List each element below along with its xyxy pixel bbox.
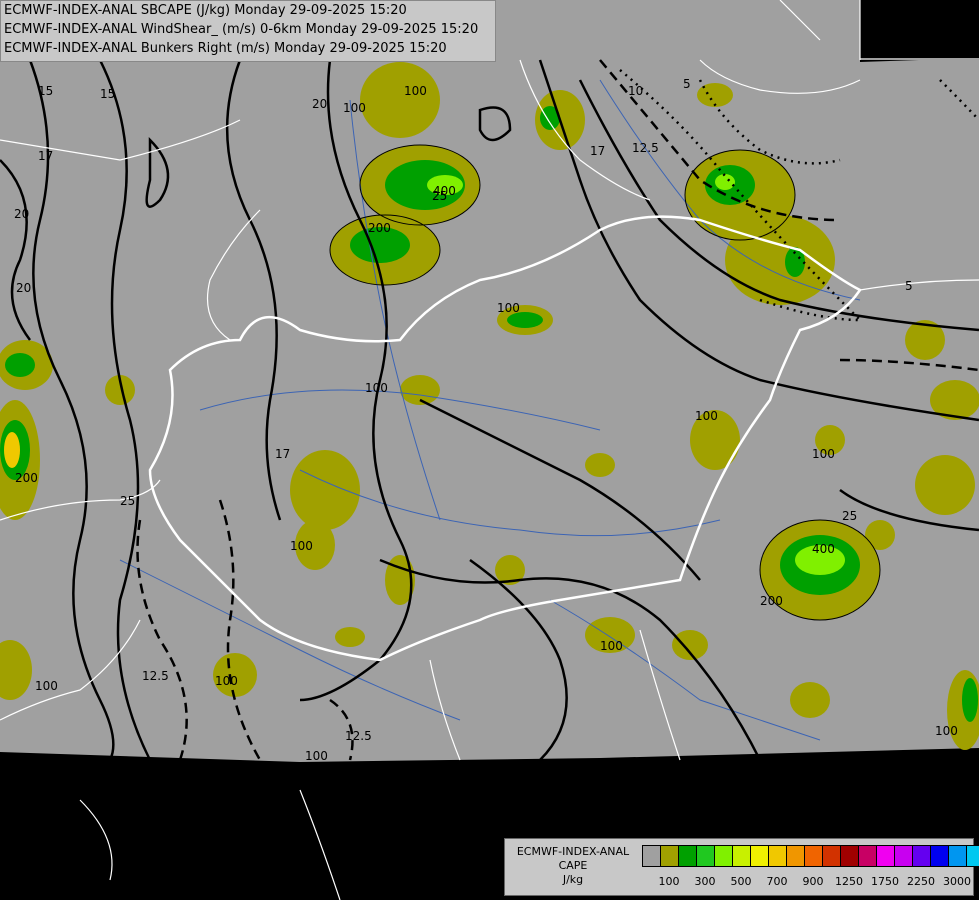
legend-swatch bbox=[841, 846, 859, 866]
shear-label: 17 bbox=[590, 144, 605, 158]
map-header: ECMWF-INDEX-ANAL SBCAPE (J/kg) Monday 29… bbox=[0, 0, 496, 62]
cape-label: 200 bbox=[760, 594, 783, 608]
legend-swatch bbox=[949, 846, 967, 866]
legend-title: ECMWF-INDEX-ANAL CAPE J/kg bbox=[507, 845, 639, 887]
legend-tick-label: 700 bbox=[766, 875, 788, 888]
legend-title-unit: J/kg bbox=[562, 873, 584, 886]
legend-swatch bbox=[733, 846, 751, 866]
legend-swatch bbox=[805, 846, 823, 866]
shear-label: 17 bbox=[275, 447, 290, 461]
legend-swatch bbox=[661, 846, 679, 866]
cape-label: 100 bbox=[35, 679, 58, 693]
cape-label: 100 bbox=[343, 101, 366, 115]
legend-tick-label: 2250 bbox=[907, 875, 935, 888]
legend-title-param: CAPE bbox=[558, 859, 588, 872]
legend-swatch bbox=[859, 846, 877, 866]
legend-swatch bbox=[967, 846, 979, 866]
cape-label: 100 bbox=[497, 301, 520, 315]
legend-color-bar bbox=[642, 845, 979, 867]
legend-tick-label: 500 bbox=[730, 875, 752, 888]
legend-swatch bbox=[697, 846, 715, 866]
legend-tick-label: 1250 bbox=[835, 875, 863, 888]
header-line-windshear: ECMWF-INDEX-ANAL WindShear_ (m/s) 0-6km … bbox=[4, 22, 479, 37]
weather-map: 100 200 400 100 100 100 100 100 100 200 … bbox=[0, 0, 979, 900]
shear-label: 15 bbox=[100, 87, 115, 101]
cape-label: 100 bbox=[290, 539, 313, 553]
cape-label: 100 bbox=[365, 381, 388, 395]
cape-label: 200 bbox=[15, 471, 38, 485]
shear-label: 5 bbox=[683, 77, 691, 91]
legend-swatch bbox=[877, 846, 895, 866]
cape-label: 100 bbox=[305, 749, 328, 763]
header-line-bunkers: ECMWF-INDEX-ANAL Bunkers Right (m/s) Mon… bbox=[4, 41, 447, 56]
legend-swatch bbox=[787, 846, 805, 866]
shear-label: 12.5 bbox=[142, 669, 169, 683]
legend-swatch bbox=[931, 846, 949, 866]
legend-tick-label: 100 bbox=[658, 875, 680, 888]
shear-label: 25 bbox=[432, 189, 447, 203]
header-line-sbcape: ECMWF-INDEX-ANAL SBCAPE (J/kg) Monday 29… bbox=[4, 3, 407, 18]
legend-title-model: ECMWF-INDEX-ANAL bbox=[516, 845, 630, 858]
shear-label: 17 bbox=[38, 149, 53, 163]
cape-label: 100 bbox=[215, 674, 238, 688]
shear-label: 10 bbox=[628, 84, 643, 98]
shear-label: 25 bbox=[842, 509, 857, 523]
legend-tick-label: 3000 bbox=[943, 875, 971, 888]
shear-label: 5 bbox=[905, 279, 913, 293]
shear-label: 25 bbox=[120, 494, 135, 508]
shear-label: 12.5 bbox=[345, 729, 372, 743]
legend-swatch bbox=[751, 846, 769, 866]
shear-label: 12.5 bbox=[632, 141, 659, 155]
legend-swatch bbox=[895, 846, 913, 866]
shear-label: 20 bbox=[312, 97, 327, 111]
legend-swatch bbox=[913, 846, 931, 866]
legend-tick-label: 900 bbox=[802, 875, 824, 888]
cape-label: 100 bbox=[695, 409, 718, 423]
cape-label: 200 bbox=[368, 221, 391, 235]
data-domain bbox=[0, 0, 979, 762]
cape-shading-yellow bbox=[4, 432, 20, 468]
cape-label: 100 bbox=[404, 84, 427, 98]
legend-swatch bbox=[715, 846, 733, 866]
cape-label: 100 bbox=[812, 447, 835, 461]
legend-swatch bbox=[643, 846, 661, 866]
cape-legend: ECMWF-INDEX-ANAL CAPE J/kg 100 300 500 700 9… bbox=[504, 838, 979, 896]
legend-swatch bbox=[679, 846, 697, 866]
legend-swatch bbox=[769, 846, 787, 866]
shear-label: 15 bbox=[38, 84, 53, 98]
cape-label: 400 bbox=[812, 542, 835, 556]
legend-tick-label: 1750 bbox=[871, 875, 899, 888]
legend-swatch bbox=[823, 846, 841, 866]
shear-label: 20 bbox=[16, 281, 31, 295]
shear-label: 20 bbox=[14, 207, 29, 221]
legend-tick-label: 300 bbox=[694, 875, 716, 888]
cape-label: 100 bbox=[600, 639, 623, 653]
cape-label: 100 bbox=[935, 724, 958, 738]
